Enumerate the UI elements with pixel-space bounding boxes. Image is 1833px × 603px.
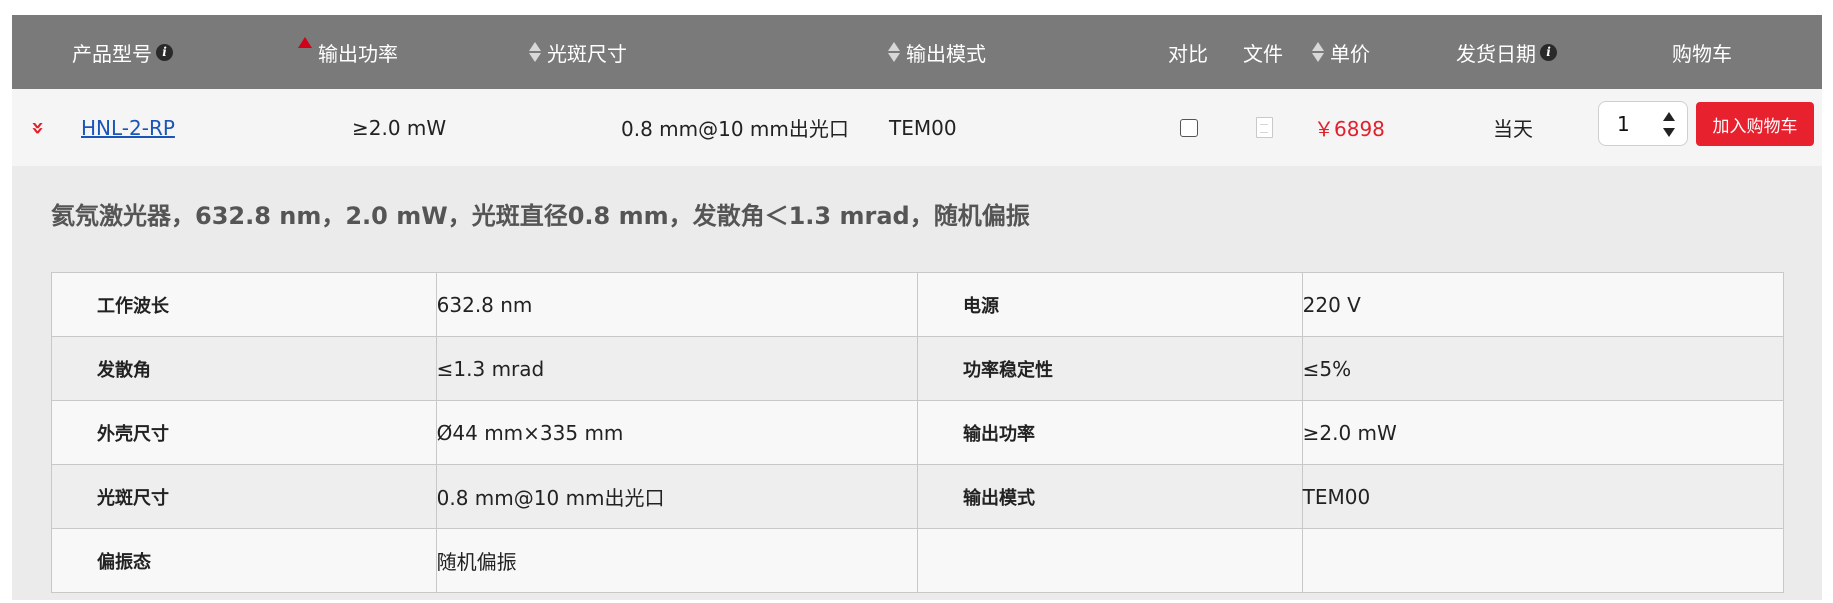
product-model[interactable]: HNL-2-RP	[81, 89, 175, 166]
spec-value: ≤1.3 mrad	[435, 336, 918, 401]
product-table: 产品型号 i 输出功率 光斑尺寸 输出模式 对比 文件 单价 发货日期 i 购物…	[12, 15, 1822, 600]
product-spot: 0.8 mm@10 mm出光口	[621, 117, 849, 141]
expand-toggle[interactable]: »	[25, 89, 50, 166]
header-cart-label: 购物车	[1672, 41, 1732, 66]
header-compare: 对比	[1168, 15, 1208, 89]
header-ship-label: 发货日期	[1456, 41, 1536, 66]
header-model: 产品型号 i	[72, 15, 173, 89]
header-model-label: 产品型号	[72, 41, 152, 66]
table-row: 外壳尺寸 Ø44 mm×335 mm 输出功率 ≥2.0 mW	[51, 400, 1785, 465]
product-power: ≥2.0 mW	[352, 115, 447, 140]
spec-key: 发散角	[51, 336, 437, 401]
spec-value: 632.8 nm	[435, 272, 918, 337]
header-ship: 发货日期 i	[1456, 15, 1557, 89]
compare-checkbox[interactable]	[1180, 118, 1198, 137]
info-icon[interactable]: i	[156, 43, 173, 61]
spec-value: 随机偏振	[435, 528, 918, 593]
sort-icon[interactable]	[529, 42, 541, 62]
header-cart: 购物车	[1672, 15, 1732, 89]
header-spot[interactable]: 光斑尺寸	[529, 15, 627, 89]
header-power[interactable]: 输出功率	[298, 15, 398, 89]
spec-key: 外壳尺寸	[51, 400, 437, 465]
header-file: 文件	[1243, 15, 1283, 89]
increment-icon[interactable]	[1663, 112, 1675, 121]
compare-cell	[1180, 89, 1198, 166]
table-row: 发散角 ≤1.3 mrad 功率稳定性 ≤5%	[51, 336, 1785, 401]
spec-value: TEM00	[1301, 464, 1785, 529]
spec-key: 光斑尺寸	[51, 464, 437, 529]
spec-value: ≤5%	[1301, 336, 1785, 401]
quantity-stepper[interactable]: 1	[1598, 101, 1688, 146]
header-mode-label: 输出模式	[906, 41, 986, 66]
header-mode[interactable]: 输出模式	[888, 15, 986, 89]
spec-value: 220 V	[1301, 272, 1785, 337]
product-mode: TEM00	[889, 115, 957, 140]
spec-key: 电源	[916, 272, 1303, 337]
product-price: ￥6898	[1314, 117, 1385, 141]
table-row: 偏振态 随机偏振	[51, 528, 1785, 593]
sort-icon[interactable]	[888, 42, 900, 62]
product-detail-panel: 氦氖激光器，632.8 nm，2.0 mW，光斑直径0.8 mm，发散角＜1.3…	[12, 166, 1822, 600]
header-file-label: 文件	[1243, 41, 1283, 66]
table-header: 产品型号 i 输出功率 光斑尺寸 输出模式 对比 文件 单价 发货日期 i 购物…	[12, 15, 1822, 89]
document-icon[interactable]	[1256, 117, 1273, 138]
spec-value: 0.8 mm@10 mm出光口	[435, 464, 918, 529]
spec-key	[916, 528, 1303, 593]
header-power-label: 输出功率	[318, 41, 398, 66]
table-row: 工作波长 632.8 nm 电源 220 V	[51, 272, 1785, 337]
sort-icon[interactable]	[1312, 42, 1324, 62]
header-price[interactable]: 单价	[1312, 15, 1370, 89]
chevron-double-down-icon[interactable]: »	[25, 120, 50, 134]
quantity-input[interactable]: 1	[1617, 102, 1630, 145]
file-cell	[1256, 89, 1273, 166]
spec-value: ≥2.0 mW	[1301, 400, 1785, 465]
spec-key: 功率稳定性	[916, 336, 1303, 401]
info-icon[interactable]: i	[1540, 43, 1557, 61]
header-spot-label: 光斑尺寸	[547, 41, 627, 66]
table-row: 光斑尺寸 0.8 mm@10 mm出光口 输出模式 TEM00	[51, 464, 1785, 529]
product-description: 氦氖激光器，632.8 nm，2.0 mW，光斑直径0.8 mm，发散角＜1.3…	[51, 202, 1030, 230]
spec-key: 偏振态	[51, 528, 437, 593]
spec-value: Ø44 mm×335 mm	[435, 400, 918, 465]
spec-table: 工作波长 632.8 nm 电源 220 V 发散角 ≤1.3 mrad 功率稳…	[51, 272, 1785, 593]
table-row: » HNL-2-RP ≥2.0 mW 0.8 mm@10 mm出光口 TEM00…	[12, 89, 1822, 166]
decrement-icon[interactable]	[1663, 128, 1675, 137]
spec-key: 输出模式	[916, 464, 1303, 529]
spec-value	[1301, 528, 1785, 593]
sort-asc-icon[interactable]	[298, 36, 312, 48]
spec-key: 输出功率	[916, 400, 1303, 465]
header-price-label: 单价	[1330, 41, 1370, 66]
product-model-link[interactable]: HNL-2-RP	[81, 116, 175, 140]
add-to-cart-button[interactable]: 加入购物车	[1696, 102, 1814, 146]
header-compare-label: 对比	[1168, 41, 1208, 66]
spec-key: 工作波长	[51, 272, 437, 337]
product-ship: 当天	[1493, 117, 1533, 141]
